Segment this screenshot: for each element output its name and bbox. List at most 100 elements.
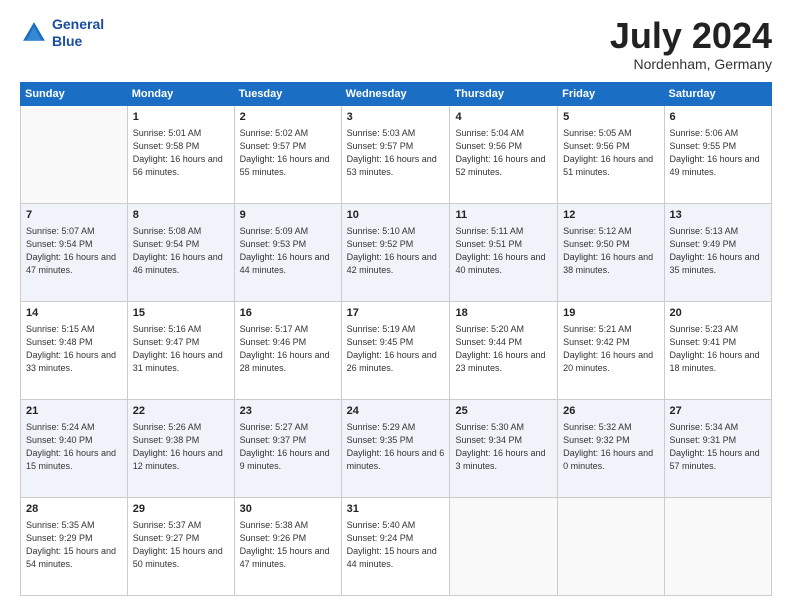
day-cell: 16 Sunrise: 5:17 AMSunset: 9:46 PMDayligh… (234, 301, 341, 399)
day-info: Sunrise: 5:19 AMSunset: 9:45 PMDaylight:… (347, 323, 445, 375)
week-row-4: 21Sunrise: 5:24 AMSunset: 9:40 PMDayligh… (21, 399, 772, 497)
day-info: Sunrise: 5:30 AMSunset: 9:34 PMDaylight:… (455, 421, 552, 473)
day-info: Sunrise: 5:06 AMSunset: 9:55 PMDaylight:… (670, 127, 766, 179)
day-cell: 29Sunrise: 5:37 AMSunset: 9:27 PMDayligh… (127, 497, 234, 595)
day-number: 1 (133, 110, 229, 125)
day-info: Sunrise: 5:40 AMSunset: 9:24 PMDaylight:… (347, 519, 445, 571)
col-header-wednesday: Wednesday (341, 82, 450, 105)
day-number: 4 (455, 110, 552, 125)
logo-line1: General (52, 16, 104, 33)
day-cell: 14 Sunrise: 5:15 AMSunset: 9:48 PMDayligh… (21, 301, 128, 399)
day-cell: 13 Sunrise: 5:13 AMSunset: 9:49 PMDayligh… (664, 203, 771, 301)
day-number: 23 (240, 404, 336, 419)
day-cell: 24 Sunrise: 5:29 AMSunset: 9:35 PMDayligh… (341, 399, 450, 497)
week-row-1: 1Sunrise: 5:01 AMSunset: 9:58 PMDaylight… (21, 105, 772, 203)
day-number: 20 (670, 306, 766, 321)
day-cell: 22 Sunrise: 5:26 AMSunset: 9:38 PMDayligh… (127, 399, 234, 497)
day-number: 12 (563, 208, 658, 223)
day-number: 14 (26, 306, 122, 321)
col-header-tuesday: Tuesday (234, 82, 341, 105)
day-cell: 21Sunrise: 5:24 AMSunset: 9:40 PMDayligh… (21, 399, 128, 497)
day-cell: 19 Sunrise: 5:21 AMSunset: 9:42 PMDayligh… (558, 301, 664, 399)
day-info: Sunrise: 5:21 AMSunset: 9:42 PMDaylight:… (563, 323, 658, 375)
logo-line2: Blue (52, 33, 104, 50)
day-cell: 17Sunrise: 5:19 AMSunset: 9:45 PMDayligh… (341, 301, 450, 399)
day-cell: 12 Sunrise: 5:12 AMSunset: 9:50 PMDayligh… (558, 203, 664, 301)
title-block: July 2024 Nordenham, Germany (610, 16, 772, 72)
day-cell: 8 Sunrise: 5:08 AMSunset: 9:54 PMDaylight… (127, 203, 234, 301)
day-number: 7 (26, 208, 122, 223)
day-number: 31 (347, 502, 445, 517)
day-number: 26 (563, 404, 658, 419)
day-info: Sunrise: 5:27 AMSunset: 9:37 PMDaylight:… (240, 421, 336, 473)
day-info: Sunrise: 5:10 AMSunset: 9:52 PMDaylight:… (347, 225, 445, 277)
day-info: Sunrise: 5:38 AMSunset: 9:26 PMDaylight:… (240, 519, 336, 571)
day-number: 19 (563, 306, 658, 321)
day-cell (450, 497, 558, 595)
day-cell (21, 105, 128, 203)
day-number: 10 (347, 208, 445, 223)
day-cell: 30Sunrise: 5:38 AMSunset: 9:26 PMDayligh… (234, 497, 341, 595)
day-info: Sunrise: 5:16 AMSunset: 9:47 PMDaylight:… (133, 323, 229, 375)
day-number: 13 (670, 208, 766, 223)
day-number: 22 (133, 404, 229, 419)
day-number: 24 (347, 404, 445, 419)
day-cell (664, 497, 771, 595)
day-cell: 23 Sunrise: 5:27 AMSunset: 9:37 PMDayligh… (234, 399, 341, 497)
day-info: Sunrise: 5:35 AMSunset: 9:29 PMDaylight:… (26, 519, 122, 571)
day-info: Sunrise: 5:05 AMSunset: 9:56 PMDaylight:… (563, 127, 658, 179)
day-info: Sunrise: 5:37 AMSunset: 9:27 PMDaylight:… (133, 519, 229, 571)
col-header-sunday: Sunday (21, 82, 128, 105)
col-header-monday: Monday (127, 82, 234, 105)
location: Nordenham, Germany (610, 56, 772, 72)
day-cell: 31 Sunrise: 5:40 AMSunset: 9:24 PMDayligh… (341, 497, 450, 595)
week-row-2: 7Sunrise: 5:07 AMSunset: 9:54 PMDaylight… (21, 203, 772, 301)
day-info: Sunrise: 5:26 AMSunset: 9:38 PMDaylight:… (133, 421, 229, 473)
day-info: Sunrise: 5:08 AMSunset: 9:54 PMDaylight:… (133, 225, 229, 277)
day-cell: 27 Sunrise: 5:34 AMSunset: 9:31 PMDayligh… (664, 399, 771, 497)
day-number: 8 (133, 208, 229, 223)
day-info: Sunrise: 5:23 AMSunset: 9:41 PMDaylight:… (670, 323, 766, 375)
day-cell: 7Sunrise: 5:07 AMSunset: 9:54 PMDaylight… (21, 203, 128, 301)
day-number: 2 (240, 110, 336, 125)
day-cell: 6 Sunrise: 5:06 AMSunset: 9:55 PMDaylight… (664, 105, 771, 203)
page: General Blue July 2024 Nordenham, German… (0, 0, 792, 612)
day-cell: 18 Sunrise: 5:20 AMSunset: 9:44 PMDayligh… (450, 301, 558, 399)
day-cell: 26Sunrise: 5:32 AMSunset: 9:32 PMDayligh… (558, 399, 664, 497)
day-info: Sunrise: 5:29 AMSunset: 9:35 PMDaylight:… (347, 421, 445, 473)
day-number: 15 (133, 306, 229, 321)
day-info: Sunrise: 5:34 AMSunset: 9:31 PMDaylight:… (670, 421, 766, 473)
col-header-friday: Friday (558, 82, 664, 105)
day-number: 25 (455, 404, 552, 419)
col-header-thursday: Thursday (450, 82, 558, 105)
day-info: Sunrise: 5:13 AMSunset: 9:49 PMDaylight:… (670, 225, 766, 277)
day-info: Sunrise: 5:20 AMSunset: 9:44 PMDaylight:… (455, 323, 552, 375)
col-header-saturday: Saturday (664, 82, 771, 105)
day-info: Sunrise: 5:17 AMSunset: 9:46 PMDaylight:… (240, 323, 336, 375)
day-info: Sunrise: 5:24 AMSunset: 9:40 PMDaylight:… (26, 421, 122, 473)
week-row-5: 28Sunrise: 5:35 AMSunset: 9:29 PMDayligh… (21, 497, 772, 595)
day-number: 18 (455, 306, 552, 321)
day-cell: 5 Sunrise: 5:05 AMSunset: 9:56 PMDaylight… (558, 105, 664, 203)
day-number: 3 (347, 110, 445, 125)
day-cell: 4Sunrise: 5:04 AMSunset: 9:56 PMDaylight… (450, 105, 558, 203)
logo: General Blue (20, 16, 104, 50)
calendar-table: SundayMondayTuesdayWednesdayThursdayFrid… (20, 82, 772, 596)
day-cell: 15 Sunrise: 5:16 AMSunset: 9:47 PMDayligh… (127, 301, 234, 399)
week-row-3: 14 Sunrise: 5:15 AMSunset: 9:48 PMDayligh… (21, 301, 772, 399)
day-number: 27 (670, 404, 766, 419)
day-info: Sunrise: 5:12 AMSunset: 9:50 PMDaylight:… (563, 225, 658, 277)
day-number: 5 (563, 110, 658, 125)
day-cell: 1Sunrise: 5:01 AMSunset: 9:58 PMDaylight… (127, 105, 234, 203)
day-number: 16 (240, 306, 336, 321)
day-info: Sunrise: 5:15 AMSunset: 9:48 PMDaylight:… (26, 323, 122, 375)
day-cell: 20 Sunrise: 5:23 AMSunset: 9:41 PMDayligh… (664, 301, 771, 399)
day-cell: 11 Sunrise: 5:11 AMSunset: 9:51 PMDayligh… (450, 203, 558, 301)
logo-text: General Blue (52, 16, 104, 50)
day-number: 6 (670, 110, 766, 125)
day-info: Sunrise: 5:09 AMSunset: 9:53 PMDaylight:… (240, 225, 336, 277)
day-number: 11 (455, 208, 552, 223)
day-info: Sunrise: 5:11 AMSunset: 9:51 PMDaylight:… (455, 225, 552, 277)
day-info: Sunrise: 5:03 AMSunset: 9:57 PMDaylight:… (347, 127, 445, 179)
day-cell: 3 Sunrise: 5:03 AMSunset: 9:57 PMDaylight… (341, 105, 450, 203)
